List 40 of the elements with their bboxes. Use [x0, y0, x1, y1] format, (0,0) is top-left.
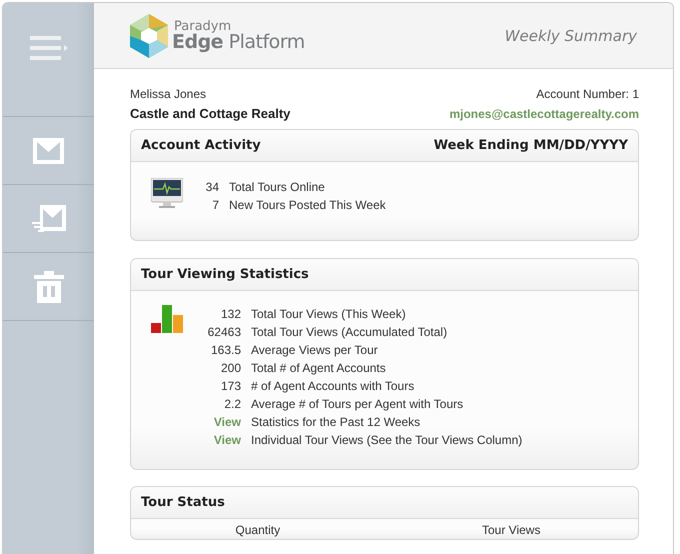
stat-value: 2.2	[223, 397, 242, 411]
stat-label: Average Views per Tour	[251, 343, 378, 357]
page-title: Weekly Summary	[504, 26, 637, 44]
stat-label: Statistics for the Past 12 Weeks	[251, 415, 420, 429]
stat-label: Total # of Agent Accounts	[251, 361, 386, 375]
bar-chart-icon	[151, 305, 183, 335]
stat-label: Total Tours Online	[229, 180, 325, 194]
stat-label: Total Tour Views (Accumulated Total)	[251, 325, 448, 339]
envelope-icon	[33, 138, 64, 164]
stat-label: # of Agent Accounts with Tours	[251, 379, 414, 393]
stat-value: 132	[220, 307, 242, 321]
hexagon-logo-icon	[130, 14, 168, 58]
stat-label: Individual Tour Views (See the Tour Views Column)	[251, 433, 522, 447]
stat-value: 34	[204, 180, 220, 194]
column-header: Quantity	[234, 523, 282, 537]
card-title: Tour Status	[141, 495, 225, 510]
trash-icon	[34, 270, 64, 302]
stat-value: 163.5	[210, 343, 242, 357]
week-ending: Week Ending MM/DD/YYYY	[434, 138, 628, 153]
stat-label: Total Tour Views (This Week)	[251, 307, 406, 321]
stat-value: 200	[220, 361, 242, 375]
logo-brand: Paradym	[174, 20, 232, 32]
view-link[interactable]: View	[197, 433, 251, 447]
user-name: Melissa Jones	[130, 87, 206, 101]
menu-icon[interactable]	[30, 36, 68, 60]
view-link[interactable]: View	[197, 415, 251, 429]
column-header: Tour Views	[481, 523, 542, 537]
email-link[interactable]: mjones@castlecottagerealty.com	[449, 107, 639, 121]
envelope-send-icon	[32, 204, 66, 232]
stat-value: 7	[211, 198, 220, 212]
card-title: Tour Viewing Statistics	[141, 267, 309, 282]
monitor-icon	[151, 178, 183, 210]
stat-value: 62463	[206, 325, 242, 339]
stat-label: New Tours Posted This Week	[229, 198, 386, 212]
company-name: Castle and Cottage Realty	[130, 106, 290, 121]
stat-label: Average # of Tours per Agent with Tours	[251, 397, 464, 411]
logo-product: Edge Platform	[172, 32, 305, 52]
card-title: Account Activity	[141, 138, 261, 153]
stat-value: 173	[220, 379, 242, 393]
account-number: Account Number: 1	[536, 87, 639, 101]
